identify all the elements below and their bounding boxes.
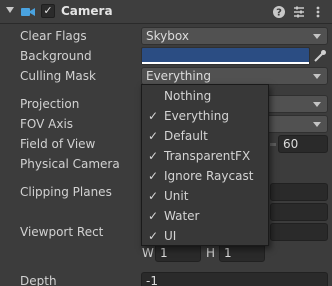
presets-icon[interactable] [292, 5, 306, 19]
clear-flags-value: Skybox [146, 29, 189, 43]
checkmark-icon: ✓ [147, 189, 159, 203]
eyedropper-icon[interactable] [312, 48, 328, 64]
menu-item-label: Ignore Raycast [164, 169, 254, 183]
chevron-down-icon [313, 34, 321, 39]
viewport-w-input[interactable]: 1 [155, 244, 201, 262]
svg-text:?: ? [276, 8, 282, 19]
checkmark-icon: ✓ [147, 209, 159, 223]
culling-mask-value: Everything [146, 69, 211, 83]
clear-flags-label: Clear Flags [20, 29, 87, 43]
component-title: Camera [61, 4, 113, 18]
depth-value: -1 [146, 274, 158, 286]
viewport-h-input[interactable]: 1 [219, 244, 265, 262]
checkmark-icon: ✓ [147, 169, 159, 183]
checkmark-icon: ✓ [147, 229, 159, 243]
viewport-rect-label: Viewport Rect [20, 225, 104, 239]
field-of-view-label: Field of View [20, 137, 96, 151]
depth-input[interactable]: -1 [141, 272, 328, 286]
checkmark-icon: ✓ [147, 109, 159, 123]
physical-camera-label: Physical Camera [20, 157, 120, 171]
menu-item[interactable]: ✓ Default [142, 126, 268, 146]
menu-item-label: Nothing [164, 89, 212, 103]
component-enabled-checkbox[interactable]: ✓ [41, 4, 55, 18]
chevron-down-icon [313, 102, 321, 107]
field-of-view-input[interactable]: 60 [278, 135, 328, 153]
clipping-planes-label: Clipping Planes [20, 185, 112, 199]
viewport-h-label: H [206, 246, 216, 260]
menu-item-label: Unit [164, 189, 189, 203]
chevron-down-icon [313, 74, 321, 79]
camera-icon [21, 8, 35, 16]
depth-label: Depth [20, 274, 57, 286]
projection-label: Projection [20, 97, 80, 111]
menu-item[interactable]: ✓ TransparentFX [142, 146, 268, 166]
menu-item[interactable]: ✓ Unit [142, 186, 268, 206]
far-clip-input[interactable] [270, 203, 328, 221]
viewport-w-label: W [142, 246, 154, 260]
menu-item[interactable]: ✓ Ignore Raycast [142, 166, 268, 186]
more-icon[interactable] [311, 5, 325, 19]
fov-axis-dropdown[interactable] [262, 115, 328, 133]
near-clip-input[interactable] [270, 183, 328, 201]
background-color-field[interactable] [141, 47, 310, 65]
field-of-view-value: 60 [283, 137, 299, 151]
menu-item-label: Everything [164, 109, 229, 123]
viewport-h-value: 1 [224, 246, 232, 260]
alpha-bar [142, 62, 309, 64]
culling-mask-dropdown[interactable]: Everything [141, 67, 328, 85]
menu-item[interactable]: ✓ UI [142, 226, 268, 246]
clear-flags-dropdown[interactable]: Skybox [141, 27, 328, 45]
help-icon[interactable]: ? [272, 5, 286, 19]
projection-dropdown[interactable] [262, 95, 328, 113]
menu-item[interactable]: ✓ Water [142, 206, 268, 226]
viewport-w-value: 1 [160, 246, 168, 260]
checkmark-icon: ✓ [147, 129, 159, 143]
fov-axis-label: FOV Axis [20, 117, 74, 131]
component-header: ✓ Camera ? [0, 0, 332, 24]
fov-slider-track[interactable] [270, 143, 276, 146]
culling-mask-menu: Nothing ✓ Everything ✓ Default ✓ TransparentFX… [141, 84, 269, 246]
menu-item-label: Water [164, 209, 200, 223]
menu-item[interactable]: ✓ Everything [142, 106, 268, 126]
background-label: Background [20, 49, 92, 63]
chevron-down-icon [313, 122, 321, 127]
menu-item-label: UI [164, 229, 177, 243]
menu-item-label: Default [164, 129, 208, 143]
viewport-y-input[interactable] [270, 223, 328, 241]
culling-mask-label: Culling Mask [20, 69, 96, 83]
checkmark-icon: ✓ [147, 149, 159, 163]
menu-item[interactable]: Nothing [142, 86, 268, 106]
foldout-arrow-icon[interactable] [6, 7, 14, 13]
menu-item-label: TransparentFX [164, 149, 251, 163]
